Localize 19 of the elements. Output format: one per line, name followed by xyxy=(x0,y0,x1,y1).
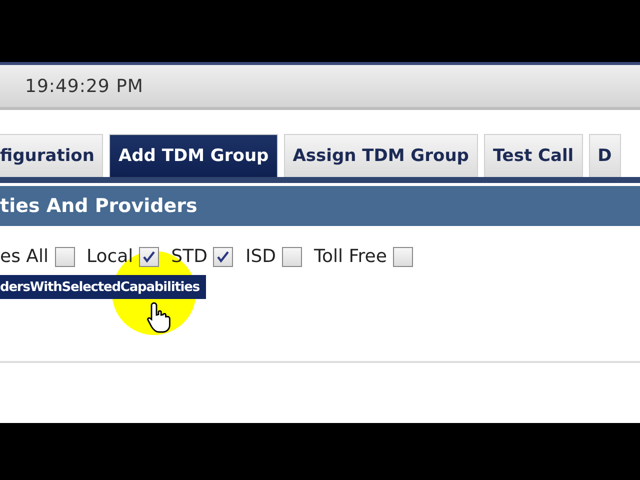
section-title: ties And Providers xyxy=(0,195,198,217)
tab[interactable]: Add TDM Group xyxy=(109,134,278,177)
checkbox[interactable] xyxy=(213,246,234,266)
checkbox-label: Toll Free xyxy=(314,246,387,267)
checkbox[interactable] xyxy=(139,246,160,266)
hand-cursor-icon xyxy=(146,301,172,333)
checkbox-label: Local xyxy=(86,246,134,267)
checkbox[interactable] xyxy=(282,246,302,266)
tab[interactable]: Assign TDM Group xyxy=(284,134,478,177)
tab[interactable]: Test Call xyxy=(484,134,583,177)
action-button[interactable]: dersWithSelectedCapabilities xyxy=(0,275,206,299)
tab[interactable]: D xyxy=(588,134,621,177)
checkbox[interactable] xyxy=(392,246,413,266)
tab[interactable]: figuration xyxy=(0,134,104,177)
checkbox-label: STD xyxy=(171,246,208,267)
checkbox-label: es All xyxy=(0,246,48,267)
checkbox-label: ISD xyxy=(245,246,276,267)
clock-time: 19:49:29 PM xyxy=(25,76,144,96)
checkbox[interactable] xyxy=(54,246,74,266)
